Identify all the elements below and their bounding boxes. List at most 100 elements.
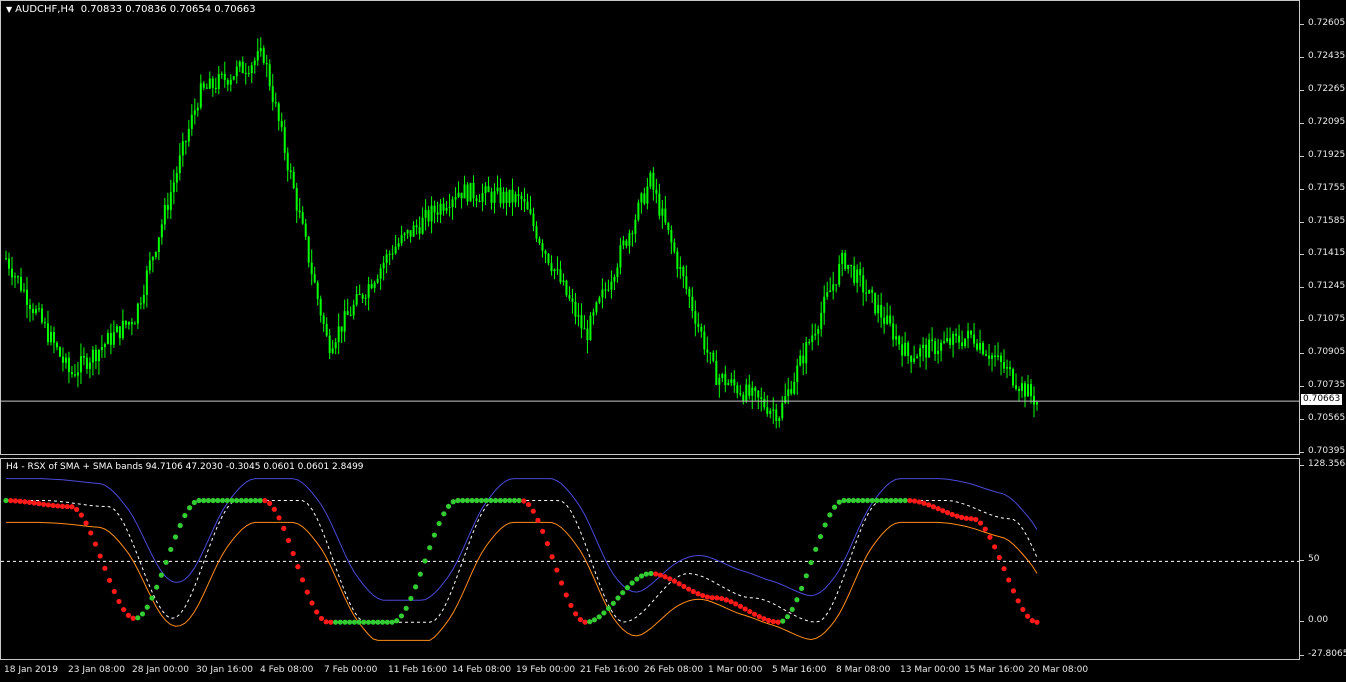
price-axis[interactable]: 0.72605 0.72435 0.72265 0.72095 0.71925 0.717…: [1300, 0, 1346, 456]
candle: [505, 187, 508, 216]
candle: [742, 391, 745, 405]
candle: [475, 194, 478, 208]
candle: [151, 255, 154, 273]
candle: [709, 352, 712, 364]
time-axis[interactable]: 18 Jan 2019 23 Jan 08:00 28 Jan 00:00 30 Ja…: [0, 660, 1346, 682]
candle: [538, 236, 541, 246]
candle: [652, 167, 655, 201]
price-chart-panel[interactable]: ▼ AUDCHF,H4 0.70833 0.70836 0.70654 0.706…: [0, 0, 1300, 455]
rsx-dot: [507, 497, 513, 504]
candle: [271, 73, 274, 111]
candle: [358, 284, 361, 296]
rsx-dot: [704, 594, 711, 600]
rsx-dot: [83, 520, 89, 526]
candle: [871, 286, 874, 303]
rsx-dot: [535, 517, 541, 523]
rsx-dot: [605, 605, 612, 611]
rsx-dot: [69, 504, 75, 510]
rsx-dot: [1001, 566, 1007, 572]
candle: [415, 219, 418, 235]
candle: [490, 187, 493, 210]
candle: [757, 390, 760, 410]
candle: [673, 238, 676, 254]
candle: [52, 326, 55, 354]
candle: [232, 75, 235, 81]
rsx-dot: [398, 613, 405, 619]
candle: [1015, 373, 1018, 391]
rsx-dot: [799, 585, 805, 591]
candle: [82, 347, 85, 366]
rsx-dot: [163, 559, 169, 565]
candle: [337, 313, 340, 355]
candle: [388, 250, 391, 265]
rsx-dot: [347, 619, 353, 625]
rsx-dot: [638, 573, 645, 579]
rsx-dot: [874, 497, 880, 504]
candle: [850, 264, 853, 278]
rsx-dot: [257, 497, 263, 504]
rsx-dot: [977, 520, 984, 526]
candle: [697, 312, 700, 333]
candle: [820, 301, 823, 337]
indicator-panel[interactable]: H4 - RSX of SMA + SMA bands 94.7106 47.2…: [0, 458, 1300, 660]
candlestick-chart[interactable]: [1, 1, 1300, 455]
candle: [49, 325, 52, 346]
rsx-dot: [869, 497, 875, 504]
candle: [424, 199, 427, 231]
candle: [550, 255, 553, 276]
candle: [859, 262, 862, 287]
candle: [1030, 379, 1033, 404]
candle: [286, 147, 289, 182]
candle: [253, 57, 256, 74]
indicator-axis[interactable]: 128.3568 50 0.00 -27.8065: [1300, 458, 1346, 660]
rsx-dot: [766, 617, 772, 624]
rsx-dot: [502, 497, 508, 504]
candle: [457, 181, 460, 199]
rsx-indicator-chart[interactable]: [1, 459, 1300, 660]
rsx-dot: [775, 619, 781, 625]
candle: [751, 381, 754, 410]
candle: [907, 340, 910, 364]
rsx-dot: [926, 502, 932, 508]
rsx-dot: [187, 505, 193, 511]
candle: [100, 335, 103, 358]
candle: [667, 222, 670, 235]
rsx-dot: [389, 619, 395, 625]
candle: [379, 264, 382, 290]
rsx-dot: [361, 619, 367, 625]
candle: [733, 370, 736, 393]
candle: [448, 193, 451, 217]
rsx-dot: [290, 550, 296, 557]
candle: [790, 380, 793, 396]
candle: [217, 66, 220, 95]
candle: [940, 339, 943, 362]
candle: [703, 325, 706, 355]
candle: [115, 323, 118, 333]
candle: [355, 285, 358, 307]
candle: [928, 333, 931, 358]
candle: [265, 55, 268, 78]
candle: [799, 349, 802, 367]
rsx-dot: [992, 544, 998, 550]
rsx-dot: [59, 503, 66, 509]
rsx-dot: [723, 597, 729, 603]
rsx-dot: [469, 497, 475, 504]
candle: [919, 344, 922, 368]
rsx-dot: [709, 595, 715, 601]
triangle-down-icon[interactable]: ▼: [6, 5, 12, 14]
candle: [655, 178, 658, 204]
candle: [430, 196, 433, 234]
candle: [988, 344, 991, 366]
candle: [436, 201, 439, 223]
rsx-dot: [516, 497, 522, 504]
rsx-dot: [695, 591, 701, 597]
rsx-dot: [940, 508, 946, 514]
rsx-dot: [74, 506, 80, 513]
rsx-dot: [323, 619, 329, 625]
rsx-dot: [144, 604, 150, 610]
rsx-dot: [657, 572, 663, 578]
price-tick-mark: [1300, 419, 1304, 421]
candle: [973, 323, 976, 348]
candle: [313, 266, 316, 284]
candle: [670, 225, 673, 255]
